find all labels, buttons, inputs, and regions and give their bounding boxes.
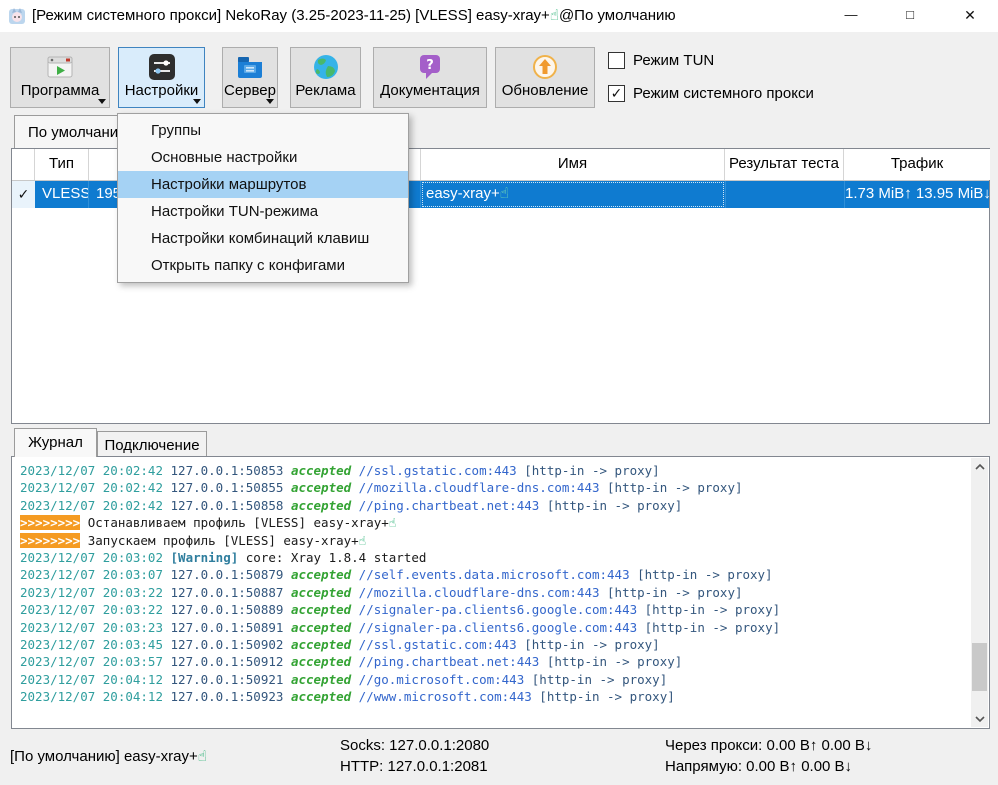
app-icon [8,7,26,25]
ads-button-label: Реклама [295,82,355,99]
tab-connections[interactable]: Подключение [97,431,207,457]
documentation-button[interactable]: ? Документация [373,47,487,108]
log-line: 2023/12/07 20:03:22 127.0.0.1:50889 acce… [20,601,780,618]
update-button-label: Обновление [502,82,589,99]
settings-sliders-icon [148,53,176,81]
program-button-label: Программа [21,82,100,99]
log-view[interactable]: 2023/12/07 20:02:42 127.0.0.1:50853 acce… [11,456,990,729]
globe-icon [312,53,340,81]
log-line: 2023/12/07 20:03:07 127.0.0.1:50879 acce… [20,566,780,583]
settings-button[interactable]: Настройки [118,47,205,108]
menu-item-groups[interactable]: Группы [118,117,408,144]
chevron-down-icon [98,99,106,104]
log-line: >>>>>>>> Запускаем профиль [VLESS] easy-… [20,532,780,549]
column-header-test-result[interactable]: Результат теста [725,149,844,180]
tun-mode-checkbox[interactable] [608,52,625,69]
hand-cursor-icon: ☝ [550,7,559,24]
log-text: 2023/12/07 20:02:42 127.0.0.1:50853 acce… [20,462,780,706]
chevron-down-icon [266,99,274,104]
menu-item-tun-settings[interactable]: Настройки TUN-режима [118,198,408,225]
status-http-address: HTTP: 127.0.0.1:2081 [340,758,488,775]
status-proxy-traffic: Через прокси: 0.00 B↑ 0.00 B↓ [665,737,872,754]
documentation-button-label: Документация [380,82,480,99]
log-line: 2023/12/07 20:02:42 127.0.0.1:50853 acce… [20,462,780,479]
system-proxy-checkbox[interactable]: ✓ [608,85,625,102]
close-button[interactable]: ✕ [947,0,993,32]
svg-text:?: ? [426,58,434,73]
program-button[interactable]: Программа [10,47,110,108]
chevron-down-icon [193,99,201,104]
group-tab-default[interactable]: По умолчанию [14,115,118,149]
column-header-traffic[interactable]: Трафик [844,149,990,180]
scrollbar-thumb[interactable] [972,643,987,691]
log-line: >>>>>>>> Останавливаем профиль [VLESS] e… [20,514,780,531]
hand-cursor-icon: ☝ [198,748,207,765]
column-header-name[interactable]: Имя [421,149,725,180]
server-row-active-check: ✓ [12,181,35,208]
hand-cursor-icon: ☝ [500,185,509,202]
system-proxy-label: Режим системного прокси [633,85,814,102]
server-row-name: easy-xray+☝ [421,181,725,208]
settings-dropdown-menu: Группы Основные настройки Настройки марш… [117,113,409,283]
server-row-type: VLESS [35,181,89,208]
tab-log[interactable]: Журнал [14,428,97,457]
maximize-button[interactable]: □ [887,0,933,32]
server-folder-icon [236,53,264,81]
status-current-profile: [По умолчанию] easy-xray+☝ [10,747,207,765]
nekoray-window: [Режим системного прокси] NekoRay (3.25-… [0,0,998,785]
server-button[interactable]: Сервер [222,47,278,108]
system-proxy-checkbox-row: ✓ Режим системного прокси [608,85,814,102]
column-header-type[interactable]: Тип [35,149,89,180]
log-line: 2023/12/07 20:03:23 127.0.0.1:50891 acce… [20,619,780,636]
log-line: 2023/12/07 20:03:22 127.0.0.1:50887 acce… [20,584,780,601]
update-arrow-icon [531,53,559,81]
status-socks-address: Socks: 127.0.0.1:2080 [340,737,489,754]
log-line: 2023/12/07 20:03:45 127.0.0.1:50902 acce… [20,636,780,653]
log-line: 2023/12/07 20:03:57 127.0.0.1:50912 acce… [20,653,780,670]
scroll-down-icon[interactable] [971,710,988,727]
program-window-play-icon [46,53,74,81]
menu-item-routing-settings[interactable]: Настройки маршрутов [118,171,408,198]
server-row-traffic: 1.73 MiB↑ 13.95 MiB↓ [844,181,989,208]
log-line: 2023/12/07 20:02:42 127.0.0.1:50858 acce… [20,497,780,514]
update-button[interactable]: Обновление [495,47,595,108]
minimize-button[interactable]: — [828,0,874,32]
log-line: 2023/12/07 20:02:42 127.0.0.1:50855 acce… [20,479,780,496]
menu-item-open-config-folder[interactable]: Открыть папку с конфигами [118,252,408,279]
server-row-test-result [725,181,844,208]
column-header-check[interactable] [12,149,35,180]
question-bubble-icon: ? [416,53,444,81]
log-line: 2023/12/07 20:03:02 [Warning] core: Xray… [20,549,780,566]
scroll-up-icon[interactable] [971,458,988,475]
menu-item-basic-settings[interactable]: Основные настройки [118,144,408,171]
ads-button[interactable]: Реклама [290,47,361,108]
tun-mode-label: Режим TUN [633,52,714,69]
status-bar: [По умолчанию] easy-xray+☝ Socks: 127.0.… [0,729,998,785]
settings-button-label: Настройки [125,82,199,99]
status-direct-traffic: Напрямую: 0.00 B↑ 0.00 B↓ [665,758,852,775]
log-line: 2023/12/07 20:04:12 127.0.0.1:50921 acce… [20,671,780,688]
log-scrollbar[interactable] [971,458,988,727]
log-line: 2023/12/07 20:04:12 127.0.0.1:50923 acce… [20,688,780,705]
window-title: [Режим системного прокси] NekoRay (3.25-… [32,6,676,24]
tun-mode-checkbox-row: Режим TUN [608,52,714,69]
server-button-label: Сервер [224,82,276,99]
titlebar: [Режим системного прокси] NekoRay (3.25-… [0,0,998,32]
menu-item-hotkey-settings[interactable]: Настройки комбинаций клавиш [118,225,408,252]
